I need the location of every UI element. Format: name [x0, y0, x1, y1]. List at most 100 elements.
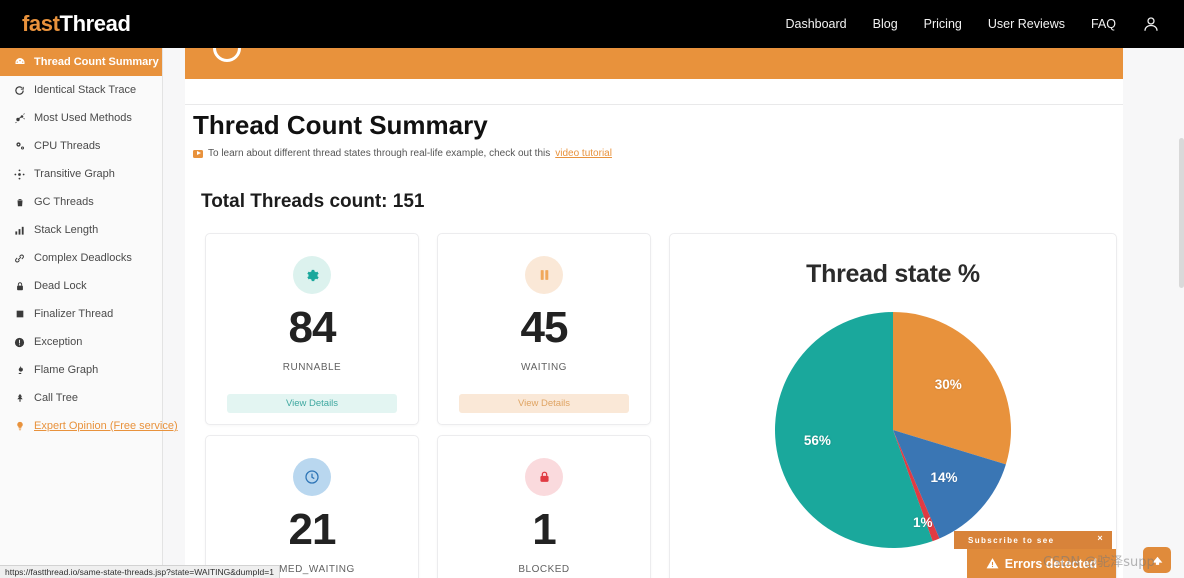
- sidebar-item-label: Most Used Methods: [34, 112, 132, 124]
- sidebar-item-label: GC Threads: [34, 196, 94, 208]
- tutorial-note: To learn about different thread states t…: [193, 148, 612, 159]
- sidebar-item-label: Finalizer Thread: [34, 308, 114, 320]
- nav-link-user-reviews[interactable]: User Reviews: [988, 17, 1065, 31]
- lock-icon: [525, 458, 563, 496]
- sidebar-item-label: Exception: [34, 336, 83, 348]
- sidebar-item-complex-deadlocks[interactable]: Complex Deadlocks: [0, 244, 162, 272]
- sidebar-item-gc-threads[interactable]: GC Threads: [0, 188, 162, 216]
- stat-card-timed_waiting: 21 TIMED_WAITING: [205, 435, 419, 578]
- total-threads-count: Total Threads count: 151: [201, 191, 425, 212]
- subscribe-tooltip: Subscribe to see ×: [954, 531, 1112, 549]
- banner-circle-badge: [213, 48, 241, 62]
- main-content: Thread Count Summary To learn about diff…: [163, 48, 1184, 578]
- sidebar-item-label: CPU Threads: [34, 140, 101, 152]
- person-icon[interactable]: [1142, 15, 1160, 33]
- thread-state-pie-card: Thread state % 30%14%1%56% RUNNABLEWAITI…: [669, 233, 1117, 578]
- video-tutorial-link[interactable]: video tutorial: [555, 148, 612, 159]
- sidebar-item-label: Identical Stack Trace: [34, 84, 137, 96]
- square-icon: [11, 309, 28, 319]
- sidebar-item-finalizer-thread[interactable]: Finalizer Thread: [0, 300, 162, 328]
- nav-link-faq[interactable]: FAQ: [1091, 17, 1116, 31]
- sidebar-item-transitive-graph[interactable]: Transitive Graph: [0, 160, 162, 188]
- dashboard-icon: [11, 56, 28, 68]
- stat-card-runnable: 84 RUNNABLE View Details: [205, 233, 419, 425]
- pie-label-blocked: 1%: [913, 515, 933, 531]
- subscribe-tooltip-text: Subscribe to see: [968, 535, 1055, 545]
- trash-icon: [11, 197, 28, 208]
- nav-link-dashboard[interactable]: Dashboard: [785, 17, 846, 31]
- top-orange-banner: [185, 48, 1123, 79]
- stat-card-value: 45: [520, 303, 569, 352]
- bar-chart-icon: [11, 225, 28, 236]
- sidebar-item-label: Dead Lock: [34, 280, 87, 292]
- site-logo[interactable]: fastThread: [22, 11, 131, 37]
- sidebar-item-most-used-methods[interactable]: Most Used Methods: [0, 104, 162, 132]
- close-icon[interactable]: ×: [1097, 534, 1104, 543]
- nav-link-blog[interactable]: Blog: [873, 17, 898, 31]
- scroll-to-top-button[interactable]: [1143, 547, 1171, 573]
- bacteria-icon: [11, 112, 28, 124]
- sidebar-item-stack-length[interactable]: Stack Length: [0, 216, 162, 244]
- errors-detected-banner[interactable]: Errors detected: [967, 549, 1116, 578]
- page-title: Thread Count Summary: [193, 110, 488, 140]
- flame-icon: [11, 364, 28, 376]
- sidebar: Thread Count Summary Identical Stack Trac…: [0, 48, 178, 578]
- stat-card-state-label: RUNNABLE: [282, 362, 342, 373]
- sidebar-item-label: Transitive Graph: [34, 168, 115, 180]
- stat-card-blocked: 1 BLOCKED: [437, 435, 651, 578]
- sidebar-item-cpu-threads[interactable]: CPU Threads: [0, 132, 162, 160]
- tree-icon: [11, 392, 28, 404]
- arrow-up-icon: [1152, 556, 1162, 565]
- graph-node-icon: [11, 168, 28, 180]
- stat-card-waiting: 45 WAITING View Details: [437, 233, 651, 425]
- pie-label-runnable: 56%: [803, 433, 831, 449]
- scrollbar-thumb[interactable]: [1179, 138, 1184, 288]
- exclamation-icon: [11, 337, 28, 348]
- sidebar-item-exception[interactable]: Exception: [0, 328, 162, 356]
- stat-card-state-label: TIMED_WAITING: [269, 564, 355, 575]
- sidebar-item-dead-lock[interactable]: Dead Lock: [0, 272, 162, 300]
- logo-fast-text: fast: [22, 11, 60, 36]
- sidebar-item-identical-stack-trace[interactable]: Identical Stack Trace: [0, 76, 162, 104]
- header-divider: [185, 104, 1123, 105]
- pause-icon: [525, 256, 563, 294]
- sidebar-item-label: Thread Count Summary: [34, 56, 159, 68]
- link-icon: [11, 253, 28, 264]
- sidebar-item-flame-graph[interactable]: Flame Graph: [0, 356, 162, 384]
- nav-link-pricing[interactable]: Pricing: [924, 17, 962, 31]
- lock-icon: [11, 281, 28, 292]
- sidebar-item-label: Expert Opinion (Free service): [34, 420, 178, 432]
- stat-card-value: 84: [288, 303, 337, 352]
- pie-chart-svg: [775, 312, 1011, 548]
- sidebar-item-label: Stack Length: [34, 224, 99, 236]
- view-details-button[interactable]: View Details: [227, 394, 397, 413]
- sidebar-item-list: Thread Count Summary Identical Stack Trac…: [0, 48, 178, 440]
- gear-icon: [293, 256, 331, 294]
- clock-icon: [293, 458, 331, 496]
- nav-links: Dashboard Blog Pricing User Reviews FAQ: [785, 15, 1160, 33]
- stat-card-state-label: WAITING: [521, 362, 567, 373]
- top-navigation-bar: fastThread Dashboard Blog Pricing User R…: [0, 0, 1184, 48]
- pie-chart-title: Thread state %: [806, 260, 980, 288]
- sidebar-item-label: Flame Graph: [34, 364, 99, 376]
- stat-card-state-label: BLOCKED: [518, 564, 570, 575]
- sidebar-item-thread-count-summary[interactable]: Thread Count Summary: [0, 48, 162, 76]
- pie-chart[interactable]: 30% 14% 1% 56%: [775, 312, 1011, 548]
- video-icon: [193, 149, 203, 158]
- gears-icon: [11, 140, 28, 152]
- sidebar-item-label: Complex Deadlocks: [34, 252, 132, 264]
- sidebar-item-expert-opinion-free-service[interactable]: Expert Opinion (Free service): [0, 412, 178, 440]
- app-root: fastThread Dashboard Blog Pricing User R…: [0, 0, 1184, 578]
- stat-card-value: 1: [532, 505, 557, 554]
- bulb-icon: [11, 420, 28, 432]
- view-details-button[interactable]: View Details: [459, 394, 629, 413]
- pie-label-timed_waiting: 14%: [930, 469, 958, 485]
- browser-status-bar: https://fastthread.io/same-state-threads…: [0, 565, 280, 578]
- sidebar-item-label: Call Tree: [34, 392, 79, 404]
- tutorial-text: To learn about different thread states t…: [208, 148, 551, 159]
- vertical-scrollbar[interactable]: [1179, 48, 1184, 578]
- warning-icon: [986, 558, 999, 569]
- pie-label-waiting: 30%: [934, 377, 962, 393]
- refresh-icon: [11, 85, 28, 96]
- sidebar-item-call-tree[interactable]: Call Tree: [0, 384, 162, 412]
